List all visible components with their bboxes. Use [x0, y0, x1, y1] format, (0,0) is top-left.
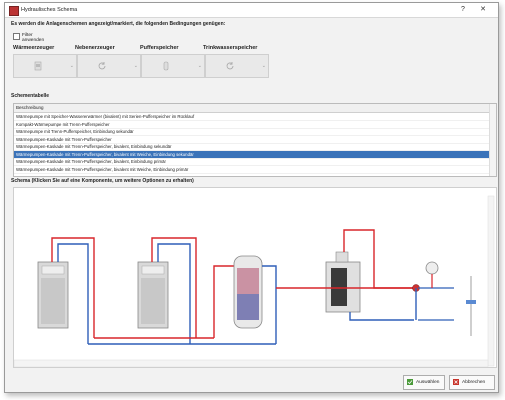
refresh-icon	[98, 62, 106, 70]
filter-checkbox[interactable]	[13, 33, 20, 40]
category-label-trinkwasserspeicher: Trinkwasserspeicher	[203, 45, 258, 51]
heat-pump-2[interactable]	[137, 261, 169, 329]
chevron-down-icon: ⌄	[261, 63, 266, 69]
check-icon	[407, 379, 413, 385]
zoom-slider[interactable]	[466, 276, 476, 336]
select-button[interactable]: Auswählen	[403, 375, 445, 390]
nebenerzeuger-dropdown[interactable]: ⌄	[77, 54, 141, 78]
window-title: Hydraulisches Schema	[21, 7, 78, 13]
consumer-pipes	[418, 287, 454, 321]
table-heading: Schementabelle	[11, 93, 50, 99]
buffer-tank[interactable]	[233, 255, 263, 329]
filter-label: Filter anwenden	[22, 33, 45, 43]
app-icon	[9, 6, 19, 16]
schema-canvas[interactable]	[13, 187, 497, 368]
refresh-icon	[226, 62, 234, 70]
heat-pump-icon	[34, 61, 42, 71]
chevron-down-icon: ⌄	[133, 63, 138, 69]
dialog-window: Hydraulisches Schema ? ✕ Es werden die A…	[4, 2, 499, 393]
waermeerzeuger-dropdown[interactable]: ⌄	[13, 54, 77, 78]
mixing-valve[interactable]	[412, 284, 420, 321]
buffer-tank-icon	[163, 61, 169, 71]
close-icon[interactable]: ✕	[477, 5, 489, 15]
select-button-label: Auswählen	[416, 380, 440, 385]
category-label-waermeerzeuger: Wärmeerzeuger	[13, 45, 55, 51]
chevron-down-icon: ⌄	[69, 63, 74, 69]
schema-heading: Schema (Klicken Sie auf eine Komponente,…	[11, 178, 194, 184]
scheme-table[interactable]: Beschreibung Wärmepumpe mit Speicher-Was…	[13, 103, 497, 177]
schema-horizontal-scrollbar[interactable]	[13, 359, 489, 368]
table-scrollbar[interactable]	[489, 104, 496, 176]
title-bar: Hydraulisches Schema ? ✕	[5, 3, 498, 18]
cancel-button-label: Abbrechen	[462, 380, 486, 385]
schema-vertical-scrollbar[interactable]	[487, 195, 495, 367]
chevron-down-icon: ⌄	[197, 63, 202, 69]
table-row[interactable]: Wärmepumpen-Kaskade mit Trenn-Pufferspei…	[14, 166, 490, 174]
criteria-heading: Es werden die Anlagenschemen angezeigt/m…	[11, 21, 226, 27]
trinkwasserspeicher-dropdown[interactable]: ⌄	[205, 54, 269, 78]
column-header-beschreibung[interactable]: Beschreibung	[14, 104, 492, 113]
circulation-pump[interactable]	[425, 261, 439, 275]
hydraulic-diagram[interactable]	[13, 188, 496, 368]
help-icon[interactable]: ?	[457, 5, 469, 15]
pufferspeicher-dropdown[interactable]: ⌄	[141, 54, 205, 78]
category-label-pufferspeicher: Pufferspeicher	[140, 45, 179, 51]
cancel-button[interactable]: Abbrechen	[449, 375, 495, 390]
boiler[interactable]	[325, 251, 361, 313]
buffer-return-pipe	[262, 265, 277, 344]
cancel-icon	[453, 379, 459, 385]
heat-pump-1[interactable]	[37, 261, 69, 329]
category-label-nebenerzeuger: Nebenerzeuger	[75, 45, 115, 51]
